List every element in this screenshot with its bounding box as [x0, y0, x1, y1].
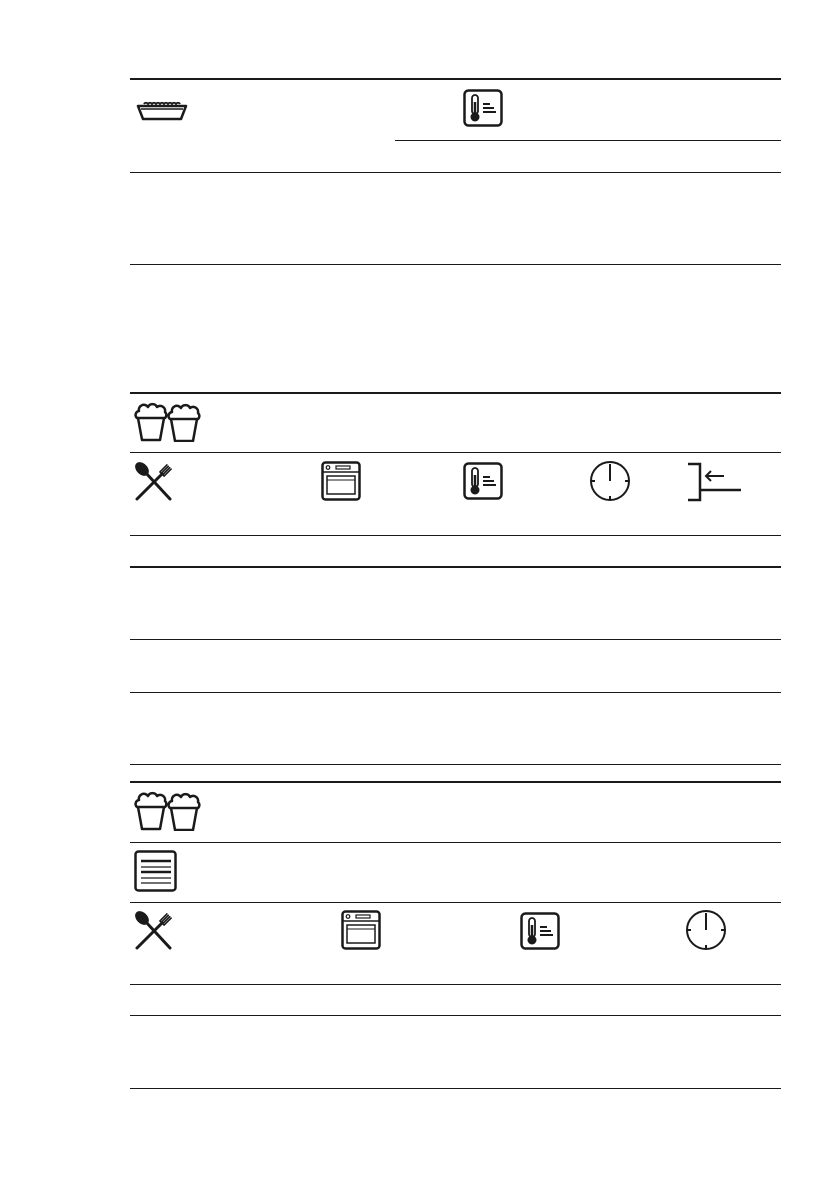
- muffins-icon: [134, 402, 202, 442]
- table-2-header-rule: [130, 452, 781, 453]
- table-2-row-rule: [130, 639, 781, 640]
- table-2-bottom-rule: [130, 764, 781, 765]
- thermometer-icon: [520, 912, 560, 950]
- baking-dish-icon: [136, 95, 188, 121]
- table-3-column-header-rule: [130, 984, 781, 985]
- oven-icon: [321, 461, 361, 501]
- tray-icon: [134, 850, 178, 892]
- table-3-header-rule: [130, 842, 781, 843]
- cutlery-icon: [132, 460, 174, 502]
- table-3-bottom-rule: [130, 1088, 781, 1089]
- clock-icon: [685, 909, 727, 951]
- table-3-top-rule: [130, 781, 781, 783]
- thermometer-icon: [463, 89, 503, 127]
- cutlery-icon: [132, 909, 174, 951]
- table-2-body-top-rule: [130, 566, 781, 568]
- oven-icon: [341, 910, 381, 950]
- thermometer-icon: [463, 462, 503, 500]
- shelf-level-icon: [686, 462, 742, 502]
- table-1-top-rule: [130, 78, 781, 80]
- table-3-row-rule: [130, 1015, 781, 1016]
- document-page: [0, 0, 840, 1192]
- table-3-subheader-rule: [130, 902, 781, 903]
- table-2-row-rule: [130, 692, 781, 693]
- table-2-top-rule: [130, 392, 781, 394]
- table-2-column-header-rule: [130, 535, 781, 536]
- table-1-subheader-rule: [395, 140, 781, 141]
- table-1-header-rule: [130, 172, 781, 173]
- table-1-bottom-rule: [130, 264, 781, 265]
- clock-icon: [589, 460, 631, 502]
- muffins-icon: [134, 791, 202, 831]
